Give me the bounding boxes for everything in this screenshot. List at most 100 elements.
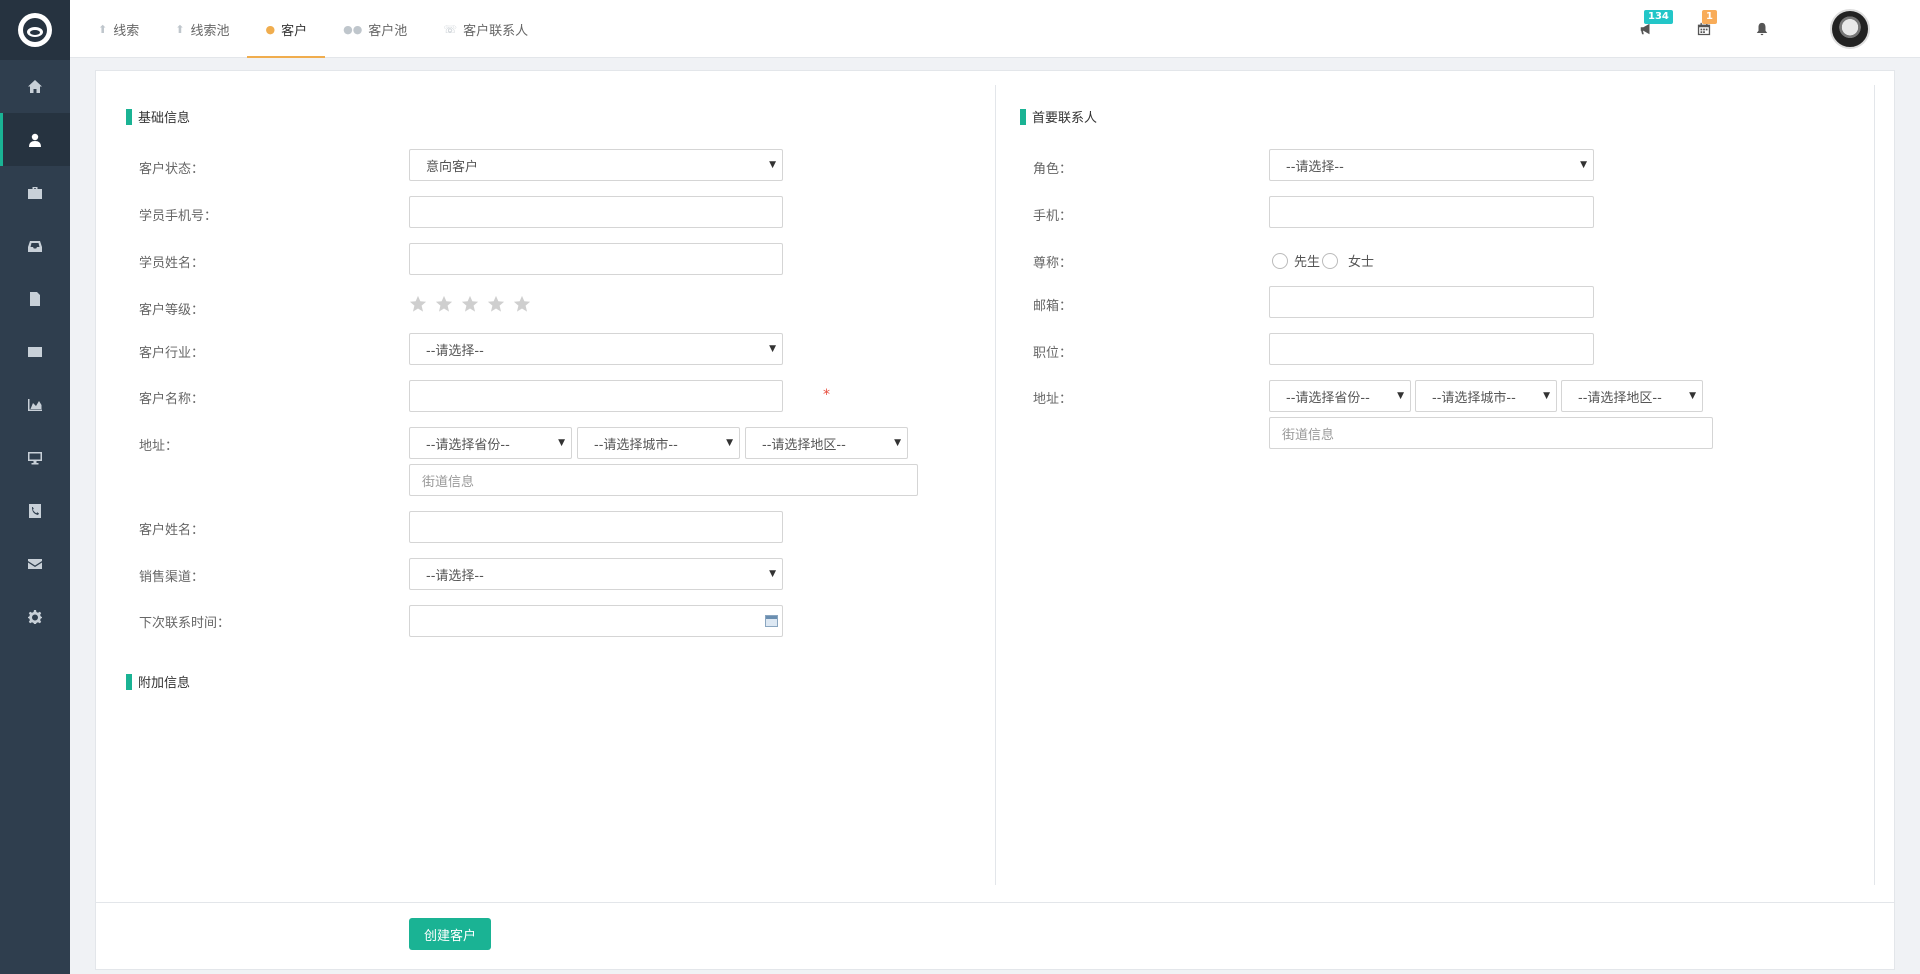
sidebar-item-phone[interactable] <box>0 484 70 537</box>
status-value: 意向客户 <box>426 159 479 175</box>
desktop-icon <box>28 451 42 464</box>
sidebar-item-mail[interactable] <box>0 537 70 590</box>
section-title: 附加信息 <box>138 676 191 691</box>
email-input[interactable] <box>1269 286 1594 318</box>
channel-select[interactable]: --请选择-- ▼ <box>409 558 783 590</box>
customer-name-label: 客户名称： <box>139 392 205 407</box>
sidebar-item-payments[interactable] <box>0 325 70 378</box>
caret-down-icon: ▼ <box>894 438 901 448</box>
tab-leads[interactable]: ⬆ 线索 <box>80 0 157 58</box>
phone-label: 学员手机号： <box>139 209 218 224</box>
caret-down-icon: ▼ <box>769 160 776 170</box>
caret-down-icon: ▼ <box>726 438 733 448</box>
lead-icon: ⬆ <box>98 22 108 36</box>
sidebar-item-home[interactable] <box>0 60 70 113</box>
status-label: 客户状态： <box>139 162 205 177</box>
province-select[interactable]: --请选择省份-- ▼ <box>409 427 572 459</box>
star-icon[interactable] <box>409 295 427 313</box>
student-name-input[interactable] <box>409 243 783 275</box>
district-value: --请选择地区-- <box>762 437 846 453</box>
calendar-button[interactable]: 1 <box>1684 10 1724 44</box>
sidebar-item-settings[interactable] <box>0 590 70 643</box>
module-tabs: ⬆ 线索 ⬆ 线索池 ● 客户 ●● 客户池 ☏ 客户联系人 <box>80 0 546 58</box>
tab-label: 客户联系人 <box>463 23 529 39</box>
bell-icon <box>1756 22 1768 36</box>
district-select[interactable]: --请选择地区-- ▼ <box>745 427 908 459</box>
province-value: --请选择省份-- <box>1286 390 1370 406</box>
province-value: --请选择省份-- <box>426 437 510 453</box>
star-icon[interactable] <box>487 295 505 313</box>
section-basic-info: 基础信息 <box>126 107 190 126</box>
inbox-icon <box>28 240 42 252</box>
create-customer-button[interactable]: 创建客户 <box>409 918 491 950</box>
notifications-button[interactable] <box>1742 14 1782 44</box>
city-value: --请选择城市-- <box>1432 390 1516 406</box>
section-title: 基础信息 <box>138 111 191 126</box>
avatar[interactable] <box>1830 9 1870 49</box>
next-contact-input[interactable] <box>409 605 783 637</box>
credit-card-icon <box>28 346 42 357</box>
column-divider <box>995 85 996 885</box>
salutation-radio-group: 先生 女士 <box>1272 251 1374 270</box>
street-placeholder: 街道信息 <box>422 474 475 490</box>
user-icon: ● <box>265 22 276 36</box>
radio-mr[interactable] <box>1272 252 1288 269</box>
lead-pool-icon: ⬆ <box>175 22 185 36</box>
contact-city-select[interactable]: --请选择城市-- ▼ <box>1415 380 1557 412</box>
sidebar-item-desktop[interactable] <box>0 431 70 484</box>
sidebar-item-briefcase[interactable] <box>0 166 70 219</box>
section-title: 首要联系人 <box>1032 111 1098 126</box>
role-label: 角色： <box>1033 162 1073 177</box>
role-select[interactable]: --请选择-- ▼ <box>1269 149 1594 181</box>
footer-divider <box>96 902 1894 903</box>
star-icon[interactable] <box>513 295 531 313</box>
sidebar-item-customers[interactable] <box>0 113 70 166</box>
city-select[interactable]: --请选择城市-- ▼ <box>577 427 740 459</box>
contact-province-select[interactable]: --请选择省份-- ▼ <box>1269 380 1411 412</box>
required-mark: * <box>823 387 830 403</box>
app-logo[interactable] <box>0 0 70 60</box>
caret-down-icon: ▼ <box>769 569 776 579</box>
industry-label: 客户行业： <box>139 346 205 361</box>
street-input[interactable]: 街道信息 <box>409 464 918 496</box>
radio-mr-label: 先生 <box>1294 255 1321 270</box>
caret-down-icon: ▼ <box>1397 391 1404 401</box>
customer-person-input[interactable] <box>409 511 783 543</box>
status-select[interactable]: 意向客户 ▼ <box>409 149 783 181</box>
industry-select[interactable]: --请选择-- ▼ <box>409 333 783 365</box>
student-name-label: 学员姓名： <box>139 256 205 271</box>
level-rating[interactable] <box>409 295 539 313</box>
street-placeholder: 街道信息 <box>1282 427 1335 443</box>
level-label: 客户等级： <box>139 303 205 318</box>
contact-district-select[interactable]: --请选择地区-- ▼ <box>1561 380 1703 412</box>
bullhorn-icon <box>1640 23 1650 35</box>
star-icon[interactable] <box>435 295 453 313</box>
sidebar-item-documents[interactable] <box>0 272 70 325</box>
star-icon[interactable] <box>461 295 479 313</box>
tab-customer-contacts[interactable]: ☏ 客户联系人 <box>425 0 546 58</box>
position-input[interactable] <box>1269 333 1594 365</box>
contact-street-input[interactable]: 街道信息 <box>1269 417 1713 449</box>
caret-down-icon: ▼ <box>1543 391 1550 401</box>
document-icon <box>30 291 40 306</box>
channel-value: --请选择-- <box>426 568 484 584</box>
tab-customers[interactable]: ● 客户 <box>247 0 325 58</box>
gear-icon <box>28 609 42 624</box>
sidebar-item-reports[interactable] <box>0 378 70 431</box>
channel-label: 销售渠道： <box>139 570 205 585</box>
mobile-input[interactable] <box>1269 196 1594 228</box>
sidebar-item-inbox[interactable] <box>0 219 70 272</box>
envelope-icon <box>28 558 42 569</box>
customer-name-input[interactable] <box>409 380 783 412</box>
tab-customer-pool[interactable]: ●● 客户池 <box>325 0 425 58</box>
position-label: 职位： <box>1033 346 1073 361</box>
radio-ms[interactable] <box>1322 252 1339 269</box>
messages-button[interactable]: 134 <box>1626 10 1673 44</box>
messages-badge: 134 <box>1644 10 1673 24</box>
calendar-badge: 1 <box>1702 10 1717 24</box>
create-customer-form: 基础信息 客户状态： 意向客户 ▼ 学员手机号： 学员姓名： 客户等级： 客户行… <box>95 70 1895 970</box>
calendar-icon[interactable] <box>765 615 778 627</box>
phone-input[interactable] <box>409 196 783 228</box>
tab-lead-pool[interactable]: ⬆ 线索池 <box>157 0 247 58</box>
tab-label: 线索 <box>113 23 140 39</box>
